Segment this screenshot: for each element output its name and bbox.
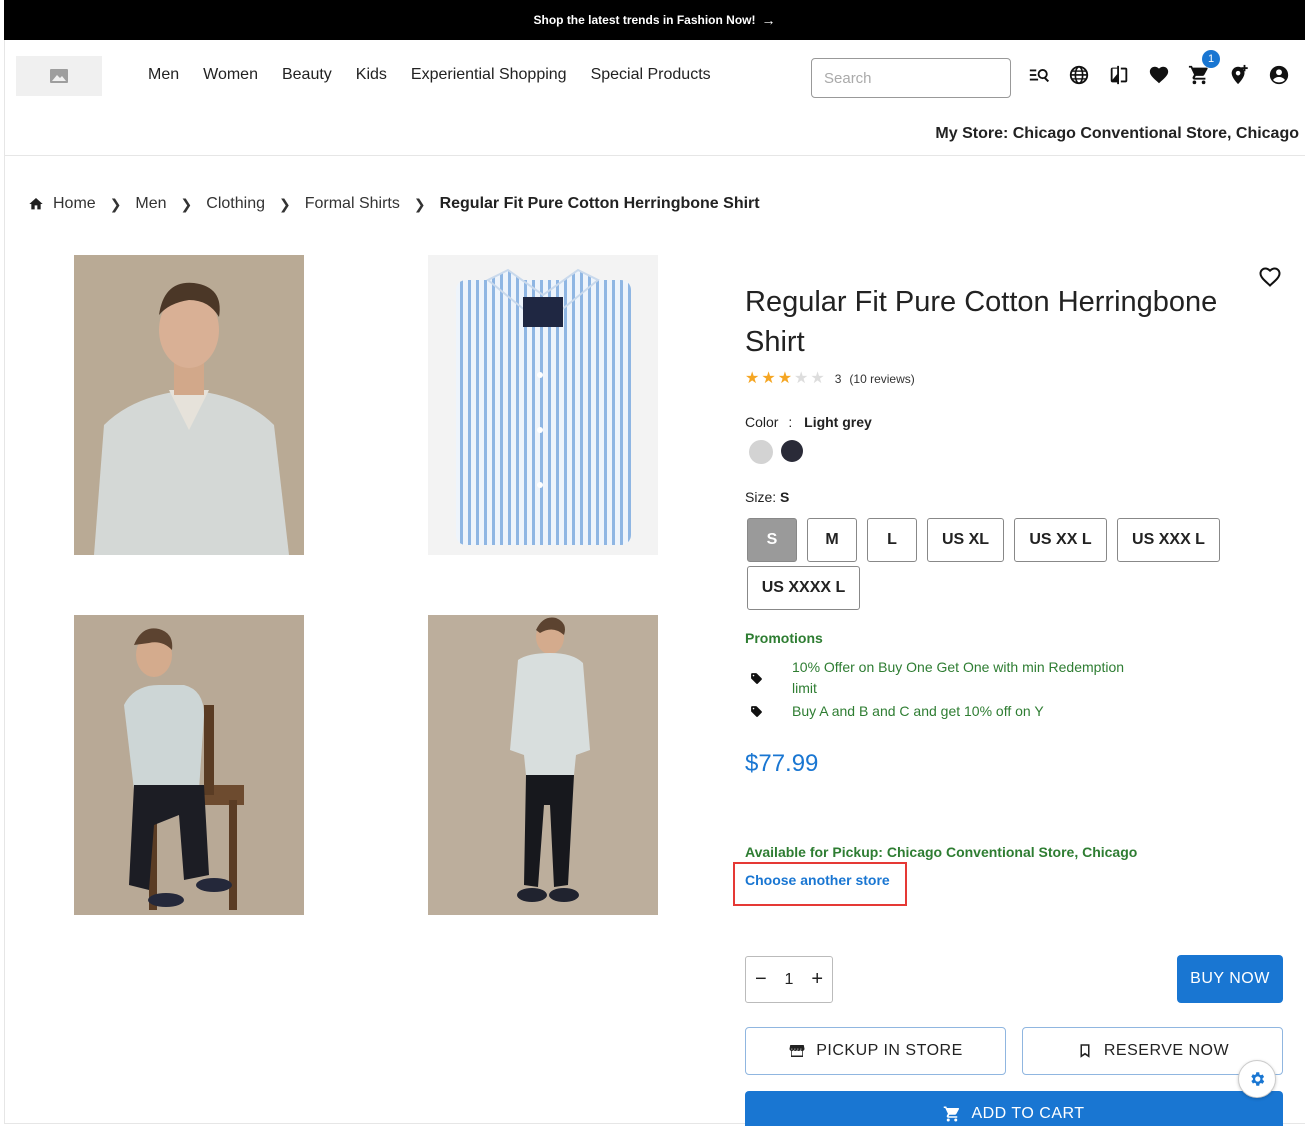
nav-kids[interactable]: Kids <box>356 66 387 84</box>
chevron-right-icon: ❯ <box>413 195 426 212</box>
nav-special-products[interactable]: Special Products <box>591 66 711 84</box>
main-nav: Men Women Beauty Kids Experiential Shopp… <box>148 66 711 84</box>
color-swatch-light-grey[interactable] <box>749 440 773 464</box>
quantity-stepper: − 1 + <box>745 956 833 1003</box>
wishlist-heart-icon[interactable] <box>1146 62 1172 88</box>
buy-now-button[interactable]: BUY NOW <box>1177 955 1283 1003</box>
chevron-right-icon: ❯ <box>278 195 291 212</box>
pickup-availability: Available for Pickup: Chicago Convention… <box>745 844 1138 860</box>
color-value: Light grey <box>804 414 872 430</box>
product-rating[interactable]: ★ ★ ★ ★ ★ 3 (10 reviews) <box>745 371 915 387</box>
promotions-title: Promotions <box>745 630 823 646</box>
product-price: $77.99 <box>745 750 819 777</box>
tag-icon <box>751 673 762 684</box>
account-icon[interactable] <box>1266 62 1292 88</box>
home-icon <box>29 198 43 210</box>
star-icon: ★ <box>777 370 793 387</box>
color-label: Color <box>745 414 779 430</box>
choose-another-store-link[interactable]: Choose another store <box>745 872 890 888</box>
image-placeholder-icon <box>50 69 68 83</box>
site-logo[interactable] <box>16 56 102 96</box>
size-option-us-xl[interactable]: US XL <box>927 518 1004 562</box>
size-option-m[interactable]: M <box>807 518 857 562</box>
size-option-us-xx-l[interactable]: US XX L <box>1014 518 1107 562</box>
gear-icon <box>1251 1072 1265 1086</box>
size-option-us-xxx-l[interactable]: US XXX L <box>1117 518 1220 562</box>
product-image-2[interactable] <box>428 255 658 555</box>
nav-experiential-shopping[interactable]: Experiential Shopping <box>411 66 567 84</box>
breadcrumb-clothing[interactable]: Clothing <box>206 195 265 213</box>
product-image-4[interactable] <box>428 615 658 915</box>
nav-beauty[interactable]: Beauty <box>282 66 332 84</box>
visual-search-icon[interactable] <box>1026 62 1052 88</box>
heart-outline-icon[interactable] <box>1258 265 1282 289</box>
nav-women[interactable]: Women <box>203 66 258 84</box>
star-icon: ★ <box>794 370 809 387</box>
size-option-l[interactable]: L <box>867 518 917 562</box>
breadcrumb-home[interactable]: Home <box>53 195 96 213</box>
product-image-1[interactable] <box>74 255 304 555</box>
star-icon: ★ <box>745 370 760 387</box>
rating-value: 3 <box>834 372 842 386</box>
search-input[interactable] <box>811 58 1011 98</box>
size-selector-label: Size: S <box>745 489 789 505</box>
product-image-3[interactable] <box>74 615 304 915</box>
store-icon <box>789 1045 805 1057</box>
size-option-s[interactable]: S <box>747 518 797 562</box>
promotion-item[interactable]: Buy A and B and C and get 10% off on Y <box>792 701 1132 722</box>
review-count[interactable]: (10 reviews) <box>849 372 914 386</box>
size-label: Size: <box>745 489 777 505</box>
nav-men[interactable]: Men <box>148 66 179 84</box>
announcement-text[interactable]: Shop the latest trends in Fashion Now! <box>533 13 755 27</box>
add-to-cart-label: ADD TO CART <box>971 1105 1085 1122</box>
arrow-right-icon: → <box>761 12 776 28</box>
rating-stars: ★ ★ ★ ★ ★ <box>745 371 827 387</box>
star-icon: ★ <box>761 370 776 387</box>
announcement-bar[interactable]: Shop the latest trends in Fashion Now! → <box>4 0 1305 40</box>
breadcrumb: Home ❯ Men ❯ Clothing ❯ Formal Shirts ❯ … <box>28 195 760 213</box>
chevron-right-icon: ❯ <box>109 195 122 212</box>
pickup-in-store-button[interactable]: PICKUP IN STORE <box>745 1027 1006 1075</box>
breadcrumb-formal-shirts[interactable]: Formal Shirts <box>305 195 400 213</box>
star-icon: ★ <box>810 370 825 387</box>
tag-icon <box>751 706 762 717</box>
color-separator: : <box>788 414 793 430</box>
bookmark-icon <box>1080 1044 1090 1058</box>
color-swatch-dark-navy[interactable] <box>781 440 803 462</box>
my-store-label[interactable]: My Store: Chicago Conventional Store, Ch… <box>935 125 1299 143</box>
product-title: Regular Fit Pure Cotton Herringbone Shir… <box>745 286 1218 358</box>
plus-icon[interactable]: + <box>811 968 823 991</box>
settings-fab[interactable] <box>1238 1060 1276 1098</box>
size-value: S <box>780 489 790 505</box>
globe-icon[interactable] <box>1066 62 1092 88</box>
header-icons <box>1026 62 1292 88</box>
size-option-us-xxxx-l[interactable]: US XXXX L <box>747 566 860 610</box>
add-location-icon[interactable] <box>1226 62 1252 88</box>
pickup-in-store-label: PICKUP IN STORE <box>816 1042 963 1059</box>
chevron-right-icon: ❯ <box>180 195 193 212</box>
cart-icon <box>944 1106 960 1122</box>
color-selector-label: Color : Light grey <box>745 414 872 430</box>
header-divider <box>4 155 1305 156</box>
add-to-cart-button[interactable]: ADD TO CART <box>745 1091 1283 1126</box>
breadcrumb-current: Regular Fit Pure Cotton Herringbone Shir… <box>439 195 760 212</box>
quantity-value: 1 <box>784 970 794 988</box>
breadcrumb-men[interactable]: Men <box>135 195 166 213</box>
reserve-now-label: RESERVE NOW <box>1103 1042 1230 1059</box>
promotion-item[interactable]: 10% Offer on Buy One Get One with min Re… <box>792 657 1132 699</box>
minus-icon[interactable]: − <box>755 968 767 991</box>
compare-icon[interactable] <box>1106 62 1132 88</box>
cart-count-badge: 1 <box>1202 50 1220 68</box>
